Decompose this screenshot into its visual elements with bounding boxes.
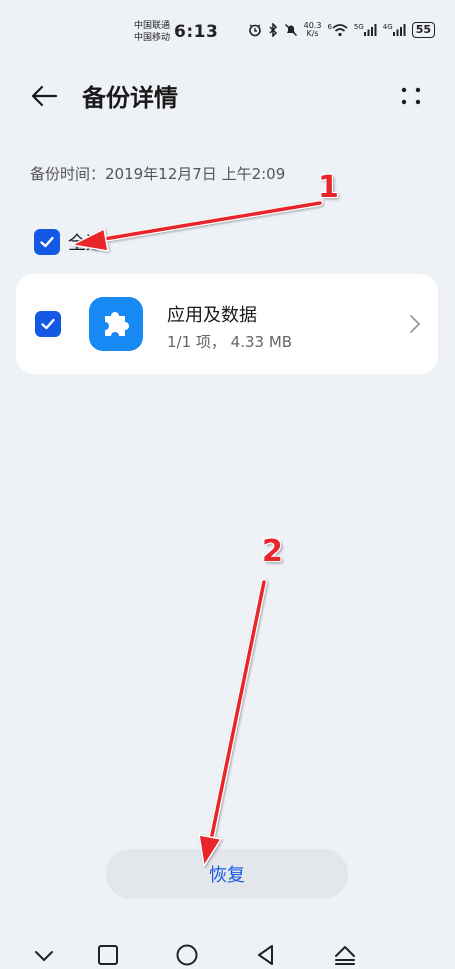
network-4g-label: 4G	[382, 23, 393, 31]
annotation-marker-2: 2	[262, 534, 283, 569]
network-speed-unit: K/s	[306, 29, 319, 38]
page-title: 备份详情	[82, 84, 178, 112]
list-item[interactable]: 应用及数据 1/1 项， 4.33 MB	[16, 274, 438, 374]
carrier-1: 中国联通	[134, 21, 171, 31]
network-5g-label: 5G	[353, 23, 364, 31]
bluetooth-icon	[269, 23, 277, 37]
select-all-row[interactable]: 全选	[34, 229, 104, 255]
backup-time: 备份时间：2019年12月7日 上午2:09	[30, 165, 286, 183]
chevron-right-icon	[410, 315, 420, 333]
annotation-arrow-1	[71, 200, 323, 252]
more-dots-icon	[401, 87, 421, 105]
alarm-icon	[248, 24, 261, 37]
puzzle-icon	[105, 312, 129, 336]
restore-button[interactable]: 恢复	[106, 849, 348, 899]
carrier-2: 中国移动	[134, 33, 171, 43]
item-title: 应用及数据	[167, 305, 257, 326]
item-checkbox[interactable]	[35, 311, 61, 337]
back-nav-icon[interactable]	[253, 942, 279, 968]
carrier-names: 中国联通 中国移动	[134, 20, 170, 44]
arrow-left-icon	[31, 85, 58, 107]
navigation-bar	[0, 934, 455, 969]
recent-apps-icon[interactable]	[95, 942, 121, 968]
signal-icon-1	[363, 24, 377, 36]
clock: 6:13	[174, 22, 219, 42]
annotation-arrow-2	[198, 579, 267, 867]
select-all-checkbox[interactable]	[34, 229, 60, 255]
chevron-down-icon[interactable]	[31, 942, 57, 968]
status-bar: 中国联通 中国移动 6:13 40.3 K/s 6 5G 4G 55	[0, 0, 455, 64]
mute-icon	[284, 23, 297, 37]
signal-icon-2	[392, 24, 406, 36]
check-icon	[41, 318, 55, 330]
item-subtitle: 1/1 项， 4.33 MB	[167, 333, 293, 351]
app-icon	[89, 297, 143, 351]
wifi-icon	[332, 23, 348, 36]
select-all-label: 全选	[68, 233, 104, 254]
back-button[interactable]	[28, 78, 64, 114]
eject-icon[interactable]	[332, 942, 358, 968]
home-icon[interactable]	[174, 942, 200, 968]
header: 备份详情	[0, 70, 455, 120]
annotation-arrows	[71, 200, 323, 867]
status-icons: 40.3 K/s 6 5G 4G 55	[248, 22, 435, 38]
annotation-marker-1: 1	[318, 170, 339, 205]
network-speed: 40.3 K/s	[304, 22, 322, 38]
check-icon	[40, 236, 54, 248]
battery-indicator: 55	[411, 22, 435, 38]
more-options-button[interactable]	[397, 82, 425, 110]
